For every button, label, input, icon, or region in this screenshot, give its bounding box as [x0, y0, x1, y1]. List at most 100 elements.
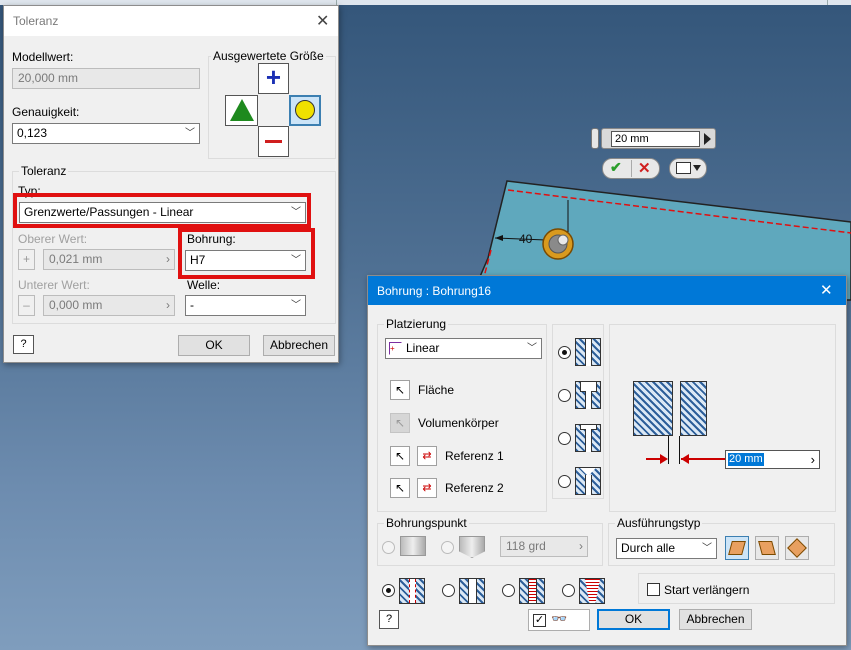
placement-select[interactable]: + Linear ﹀ — [385, 338, 542, 359]
dimension-value-label[interactable]: 40 — [519, 232, 532, 246]
hole-preview-section-right — [680, 381, 707, 436]
ref1-label: Referenz 1 — [445, 449, 504, 463]
play-arrow-icon[interactable] — [704, 133, 711, 145]
simple-drill-icon[interactable] — [399, 578, 425, 604]
oberer-field: 0,021 mm › — [43, 249, 175, 270]
tapped-hole-icon[interactable] — [519, 578, 545, 604]
countersink-hole-icon[interactable] — [575, 467, 601, 495]
close-icon[interactable]: ✕ — [820, 281, 833, 299]
viewport-dim-input[interactable]: 20 mm — [611, 131, 700, 147]
chevron-down-icon: ﹀ — [527, 343, 537, 354]
ausfuehrung-select[interactable]: Durch alle ﹀ — [616, 538, 717, 559]
chevron-right-icon: › — [166, 298, 170, 312]
glasses-icon: 👓 — [551, 611, 568, 626]
bohrung-cancel-button[interactable]: Abbrechen — [679, 609, 752, 630]
help-icon[interactable]: ? — [379, 610, 399, 629]
start-verlaengern-checkbox[interactable] — [647, 583, 660, 596]
chevron-right-icon[interactable]: › — [811, 451, 815, 468]
genauigkeit-label: Genauigkeit: — [12, 105, 80, 119]
placement-value: Linear — [406, 341, 440, 355]
flaeche-label: Fläche — [418, 383, 455, 397]
mini-toolbar-grip[interactable] — [591, 128, 599, 149]
typ-highlight — [13, 193, 311, 228]
modellwert-label: Modellwert: — [12, 50, 74, 64]
flaeche-select-button[interactable]: ↖ — [390, 380, 410, 400]
mini-divider — [631, 160, 632, 177]
welle-select[interactable]: - ﹀ — [185, 295, 306, 316]
hole-preview-line-2 — [679, 436, 680, 464]
start-verlaengern-label: Start verlängern — [664, 583, 750, 597]
oberer-label: Oberer Wert: — [18, 232, 88, 246]
toleranz-ok-button[interactable]: OK — [178, 335, 250, 356]
minus-icon — [265, 140, 282, 143]
dim-arrow-right-head — [681, 454, 689, 464]
x-icon[interactable]: ✕ — [638, 159, 651, 177]
diameter-value: 20 mm — [728, 453, 764, 466]
hole-preview-section-left — [633, 381, 673, 436]
chevron-down-icon — [693, 165, 701, 171]
counterbore-hole-icon[interactable] — [575, 381, 601, 409]
bohrung-highlight — [178, 228, 315, 279]
taper-tapped-hole-icon[interactable] — [579, 578, 605, 604]
thread-simple-radio[interactable] — [382, 584, 395, 597]
chevron-down-icon: ﹀ — [185, 128, 195, 139]
hole-type-spotface-radio[interactable] — [558, 432, 571, 445]
max-size-button[interactable]: + — [258, 63, 289, 94]
thread-clearance-radio[interactable] — [442, 584, 455, 597]
linear-placement-icon: + — [389, 342, 402, 355]
ref1-select-button[interactable]: ↖ — [390, 446, 410, 466]
oberer-plus-icon: + — [18, 249, 35, 270]
clearance-hole-icon[interactable] — [459, 578, 485, 604]
bohrungspunkt-label: Bohrungspunkt — [384, 516, 469, 530]
flat-drill-icon — [400, 536, 426, 556]
welle-label: Welle: — [187, 278, 221, 292]
simple-hole-icon[interactable] — [575, 338, 601, 366]
checkmark-icon[interactable]: ✔ — [610, 159, 622, 176]
platzierung-label: Platzierung — [384, 317, 449, 331]
toleranz-title: Toleranz — [13, 14, 59, 28]
thread-taper-radio[interactable] — [562, 584, 575, 597]
angle-field: 118 grd › — [500, 536, 588, 557]
spotface-hole-icon[interactable] — [575, 424, 601, 452]
drill-flat-radio[interactable] — [382, 541, 395, 554]
drill-angle-radio[interactable] — [441, 541, 454, 554]
welle-value: - — [190, 298, 194, 312]
ref1-flip-button[interactable]: ⇄ — [417, 446, 437, 466]
ausfuehrung-label: Ausführungstyp — [615, 516, 703, 530]
thread-tapped-radio[interactable] — [502, 584, 515, 597]
bohrung-dialog: Bohrung : Bohrung16 ✕ Platzierung + Line… — [367, 275, 847, 646]
bohrung-title: Bohrung : Bohrung16 — [377, 284, 492, 298]
diameter-input[interactable]: 20 mm › — [725, 450, 820, 469]
preview-checkbox[interactable]: ✓ — [533, 614, 546, 627]
hole-preview-line-1 — [668, 436, 669, 464]
direction-flip-button[interactable] — [755, 536, 779, 560]
close-icon[interactable]: ✕ — [316, 11, 329, 31]
direction-default-button[interactable] — [725, 536, 749, 560]
ref2-select-button[interactable]: ↖ — [390, 478, 410, 498]
unterer-field: 0,000 mm › — [43, 295, 175, 316]
direction-symmetric-button[interactable] — [785, 536, 809, 560]
genauigkeit-select[interactable]: 0,123 ﹀ — [12, 123, 200, 144]
modellwert-field: 20,000 mm — [12, 68, 200, 89]
toleranz-cancel-button[interactable]: Abbrechen — [263, 335, 335, 356]
list-options-icon — [676, 162, 691, 174]
chevron-down-icon: ﹀ — [291, 300, 301, 311]
hole-type-counterbore-radio[interactable] — [558, 389, 571, 402]
help-icon[interactable]: ? — [13, 335, 34, 354]
bohrung-ok-button[interactable]: OK — [597, 609, 670, 630]
hole-type-simple-radio[interactable] — [558, 346, 571, 359]
hole-type-countersink-radio[interactable] — [558, 475, 571, 488]
hole-preview-center — [557, 234, 569, 246]
dim-arrow-left-head — [660, 454, 668, 464]
direction-default-icon — [728, 541, 746, 555]
chevron-down-icon: ﹀ — [702, 543, 712, 554]
unterer-label: Unterer Wert: — [18, 278, 90, 292]
ausgewertete-label: Ausgewertete Größe — [211, 49, 326, 63]
circle-icon — [295, 100, 315, 120]
toleranz-group-label: Toleranz — [19, 164, 69, 178]
volumen-select-button[interactable]: ↖ — [390, 413, 410, 433]
chevron-right-icon: › — [579, 539, 583, 553]
chevron-right-icon: › — [166, 252, 170, 266]
unterer-minus-icon: – — [18, 295, 35, 316]
ref2-flip-button[interactable]: ⇄ — [417, 478, 437, 498]
